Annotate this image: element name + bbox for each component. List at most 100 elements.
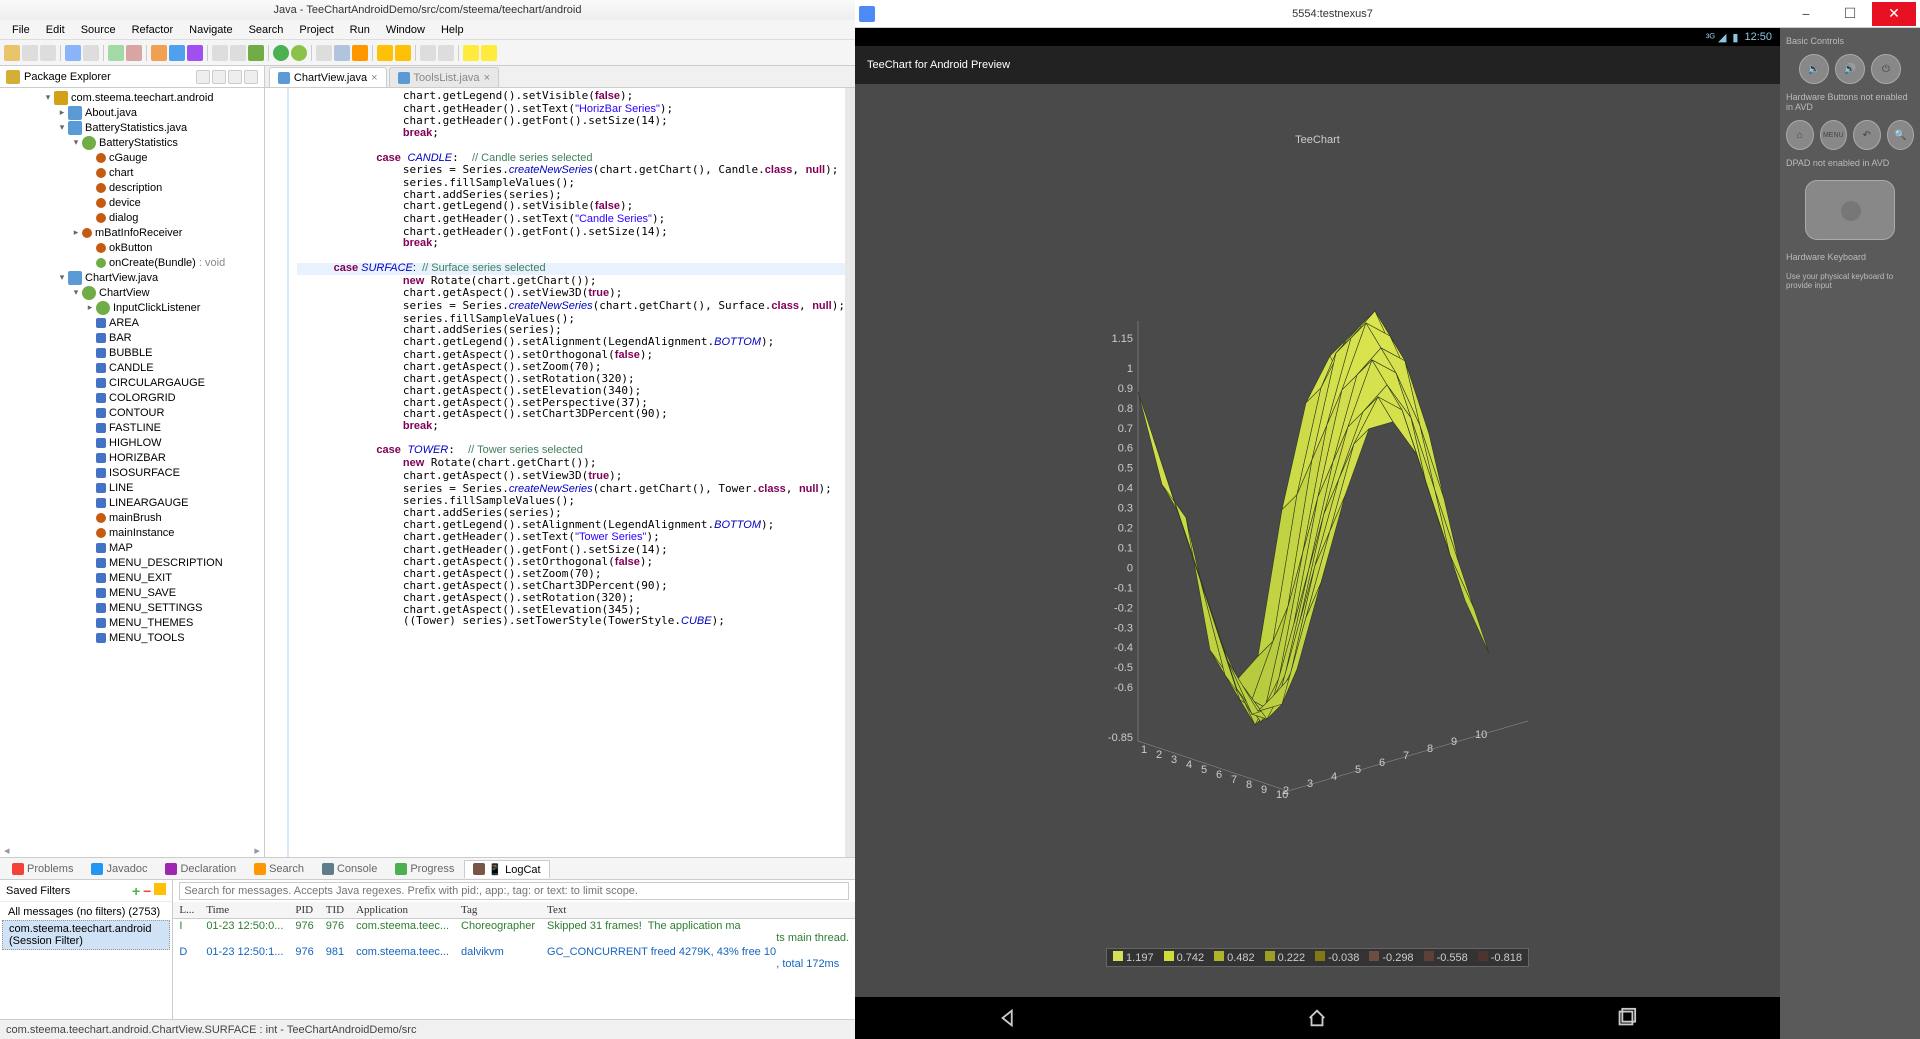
home-hw-button[interactable]: ⌂ xyxy=(1786,120,1814,150)
tree-item[interactable]: ▾ChartView.java xyxy=(0,270,264,285)
dpad[interactable] xyxy=(1805,180,1895,240)
tool-icon[interactable] xyxy=(316,45,332,61)
package-explorer-tab[interactable]: Package Explorer xyxy=(0,66,264,88)
new-icon[interactable] xyxy=(4,45,20,61)
back-hw-button[interactable]: ↶ xyxy=(1853,120,1881,150)
tree-item[interactable]: MENU_SETTINGS xyxy=(0,600,264,615)
tree-item[interactable]: ▸About.java xyxy=(0,105,264,120)
menu-file[interactable]: File xyxy=(4,22,38,38)
tree-item[interactable]: ▾BatteryStatistics.java xyxy=(0,120,264,135)
tree-item[interactable]: LINEARGAUGE xyxy=(0,495,264,510)
recents-button[interactable] xyxy=(1606,1003,1646,1033)
tool-icon[interactable] xyxy=(334,45,350,61)
tree-item[interactable]: ▸mBatInfoReceiver xyxy=(0,225,264,240)
tool-icon[interactable] xyxy=(248,45,264,61)
view-tab-problems[interactable]: Problems xyxy=(4,861,81,877)
logcat-table[interactable]: L...TimePIDTIDApplicationTagTextI01-23 1… xyxy=(173,902,855,1019)
menu-window[interactable]: Window xyxy=(378,22,433,38)
tree-item[interactable]: mainBrush xyxy=(0,510,264,525)
view-tab-declaration[interactable]: Declaration xyxy=(157,861,244,877)
power-button[interactable]: ⏻ xyxy=(1871,54,1901,84)
filter-item[interactable]: com.steema.teechart.android (Session Fil… xyxy=(2,920,170,950)
tool-icon[interactable] xyxy=(377,45,393,61)
tool-icon[interactable] xyxy=(395,45,411,61)
vol-down-button[interactable]: 🔈 xyxy=(1799,54,1829,84)
home-button[interactable] xyxy=(1297,1003,1337,1033)
save-icon[interactable] xyxy=(22,45,38,61)
back-icon[interactable] xyxy=(463,45,479,61)
menu-run[interactable]: Run xyxy=(342,22,378,38)
tree-item[interactable]: HIGHLOW xyxy=(0,435,264,450)
tree-item[interactable]: MENU_THEMES xyxy=(0,615,264,630)
view-tab-console[interactable]: Console xyxy=(314,861,385,877)
collapse-icon[interactable] xyxy=(196,70,210,84)
code-editor[interactable]: chart.getLegend().setVisible(false); cha… xyxy=(289,88,845,857)
menu-search[interactable]: Search xyxy=(241,22,292,38)
tool-icon[interactable] xyxy=(420,45,436,61)
menu-source[interactable]: Source xyxy=(73,22,124,38)
maximize-button[interactable]: ☐ xyxy=(1828,2,1872,26)
view-tab-search[interactable]: Search xyxy=(246,861,312,877)
tree-item[interactable]: BAR xyxy=(0,330,264,345)
package-tree[interactable]: ▾com.steema.teechart.android▸About.java▾… xyxy=(0,88,264,843)
tree-item[interactable]: CANDLE xyxy=(0,360,264,375)
tree-item[interactable]: dialog xyxy=(0,210,264,225)
view-tab-javadoc[interactable]: Javadoc xyxy=(83,861,155,877)
tree-item[interactable]: FASTLINE xyxy=(0,420,264,435)
edit-filter-icon[interactable] xyxy=(154,883,166,895)
link-icon[interactable] xyxy=(212,70,226,84)
tree-item[interactable]: chart xyxy=(0,165,264,180)
tool-icon[interactable] xyxy=(438,45,454,61)
tree-item[interactable]: okButton xyxy=(0,240,264,255)
vol-up-button[interactable]: 🔊 xyxy=(1835,54,1865,84)
editor-tab[interactable]: ChartView.java× xyxy=(269,67,387,87)
tree-item[interactable]: MAP xyxy=(0,540,264,555)
menu-hw-button[interactable]: MENU xyxy=(1820,120,1848,150)
filter-item[interactable]: All messages (no filters) (2753) xyxy=(2,904,170,920)
tree-item[interactable]: ▾BatteryStatistics xyxy=(0,135,264,150)
overview-ruler[interactable] xyxy=(845,88,855,857)
tree-item[interactable]: BUBBLE xyxy=(0,345,264,360)
tree-item[interactable]: mainInstance xyxy=(0,525,264,540)
tree-item[interactable]: ▸InputClickListener xyxy=(0,300,264,315)
minimize-button[interactable]: − xyxy=(1784,2,1828,26)
tool-icon[interactable] xyxy=(169,45,185,61)
editor-tab[interactable]: ToolsList.java× xyxy=(389,67,499,87)
tool-icon[interactable] xyxy=(83,45,99,61)
tree-item[interactable]: device xyxy=(0,195,264,210)
close-button[interactable]: ✕ xyxy=(1872,2,1916,26)
tree-item[interactable]: CIRCULARGAUGE xyxy=(0,375,264,390)
search-hw-button[interactable]: 🔍 xyxy=(1887,120,1915,150)
chart-canvas[interactable]: TeeChart 1.1510.90.80.70.60.50.40.30.20.… xyxy=(855,84,1780,997)
add-filter-icon[interactable]: + xyxy=(132,883,140,899)
tree-item[interactable]: HORIZBAR xyxy=(0,450,264,465)
tree-item[interactable]: COLORGRID xyxy=(0,390,264,405)
tool-icon[interactable] xyxy=(151,45,167,61)
back-button[interactable] xyxy=(989,1003,1029,1033)
tool-icon[interactable] xyxy=(212,45,228,61)
fwd-icon[interactable] xyxy=(481,45,497,61)
logcat-search-input[interactable] xyxy=(179,882,849,900)
tool-icon[interactable] xyxy=(187,45,203,61)
menu-navigate[interactable]: Navigate xyxy=(181,22,240,38)
tree-item[interactable]: AREA xyxy=(0,315,264,330)
tool-icon[interactable] xyxy=(352,45,368,61)
run-icon[interactable] xyxy=(273,45,289,61)
tree-item[interactable]: description xyxy=(0,180,264,195)
tree-item[interactable]: ▾com.steema.teechart.android xyxy=(0,90,264,105)
tool-icon[interactable] xyxy=(230,45,246,61)
remove-filter-icon[interactable]: − xyxy=(143,883,151,899)
view-tab-progress[interactable]: Progress xyxy=(387,861,462,877)
menu-project[interactable]: Project xyxy=(291,22,341,38)
menu-edit[interactable]: Edit xyxy=(38,22,73,38)
tree-item[interactable]: ISOSURFACE xyxy=(0,465,264,480)
log-row[interactable]: D01-23 12:50:1...976981com.steema.teec..… xyxy=(173,945,855,971)
tree-item[interactable]: cGauge xyxy=(0,150,264,165)
menu-icon[interactable] xyxy=(228,70,242,84)
tool-icon[interactable] xyxy=(126,45,142,61)
filter-list[interactable]: All messages (no filters) (2753)com.stee… xyxy=(0,902,172,1019)
menu-refactor[interactable]: Refactor xyxy=(124,22,182,38)
debug-icon[interactable] xyxy=(291,45,307,61)
tree-item[interactable]: LINE xyxy=(0,480,264,495)
tree-item[interactable]: ▾ChartView xyxy=(0,285,264,300)
